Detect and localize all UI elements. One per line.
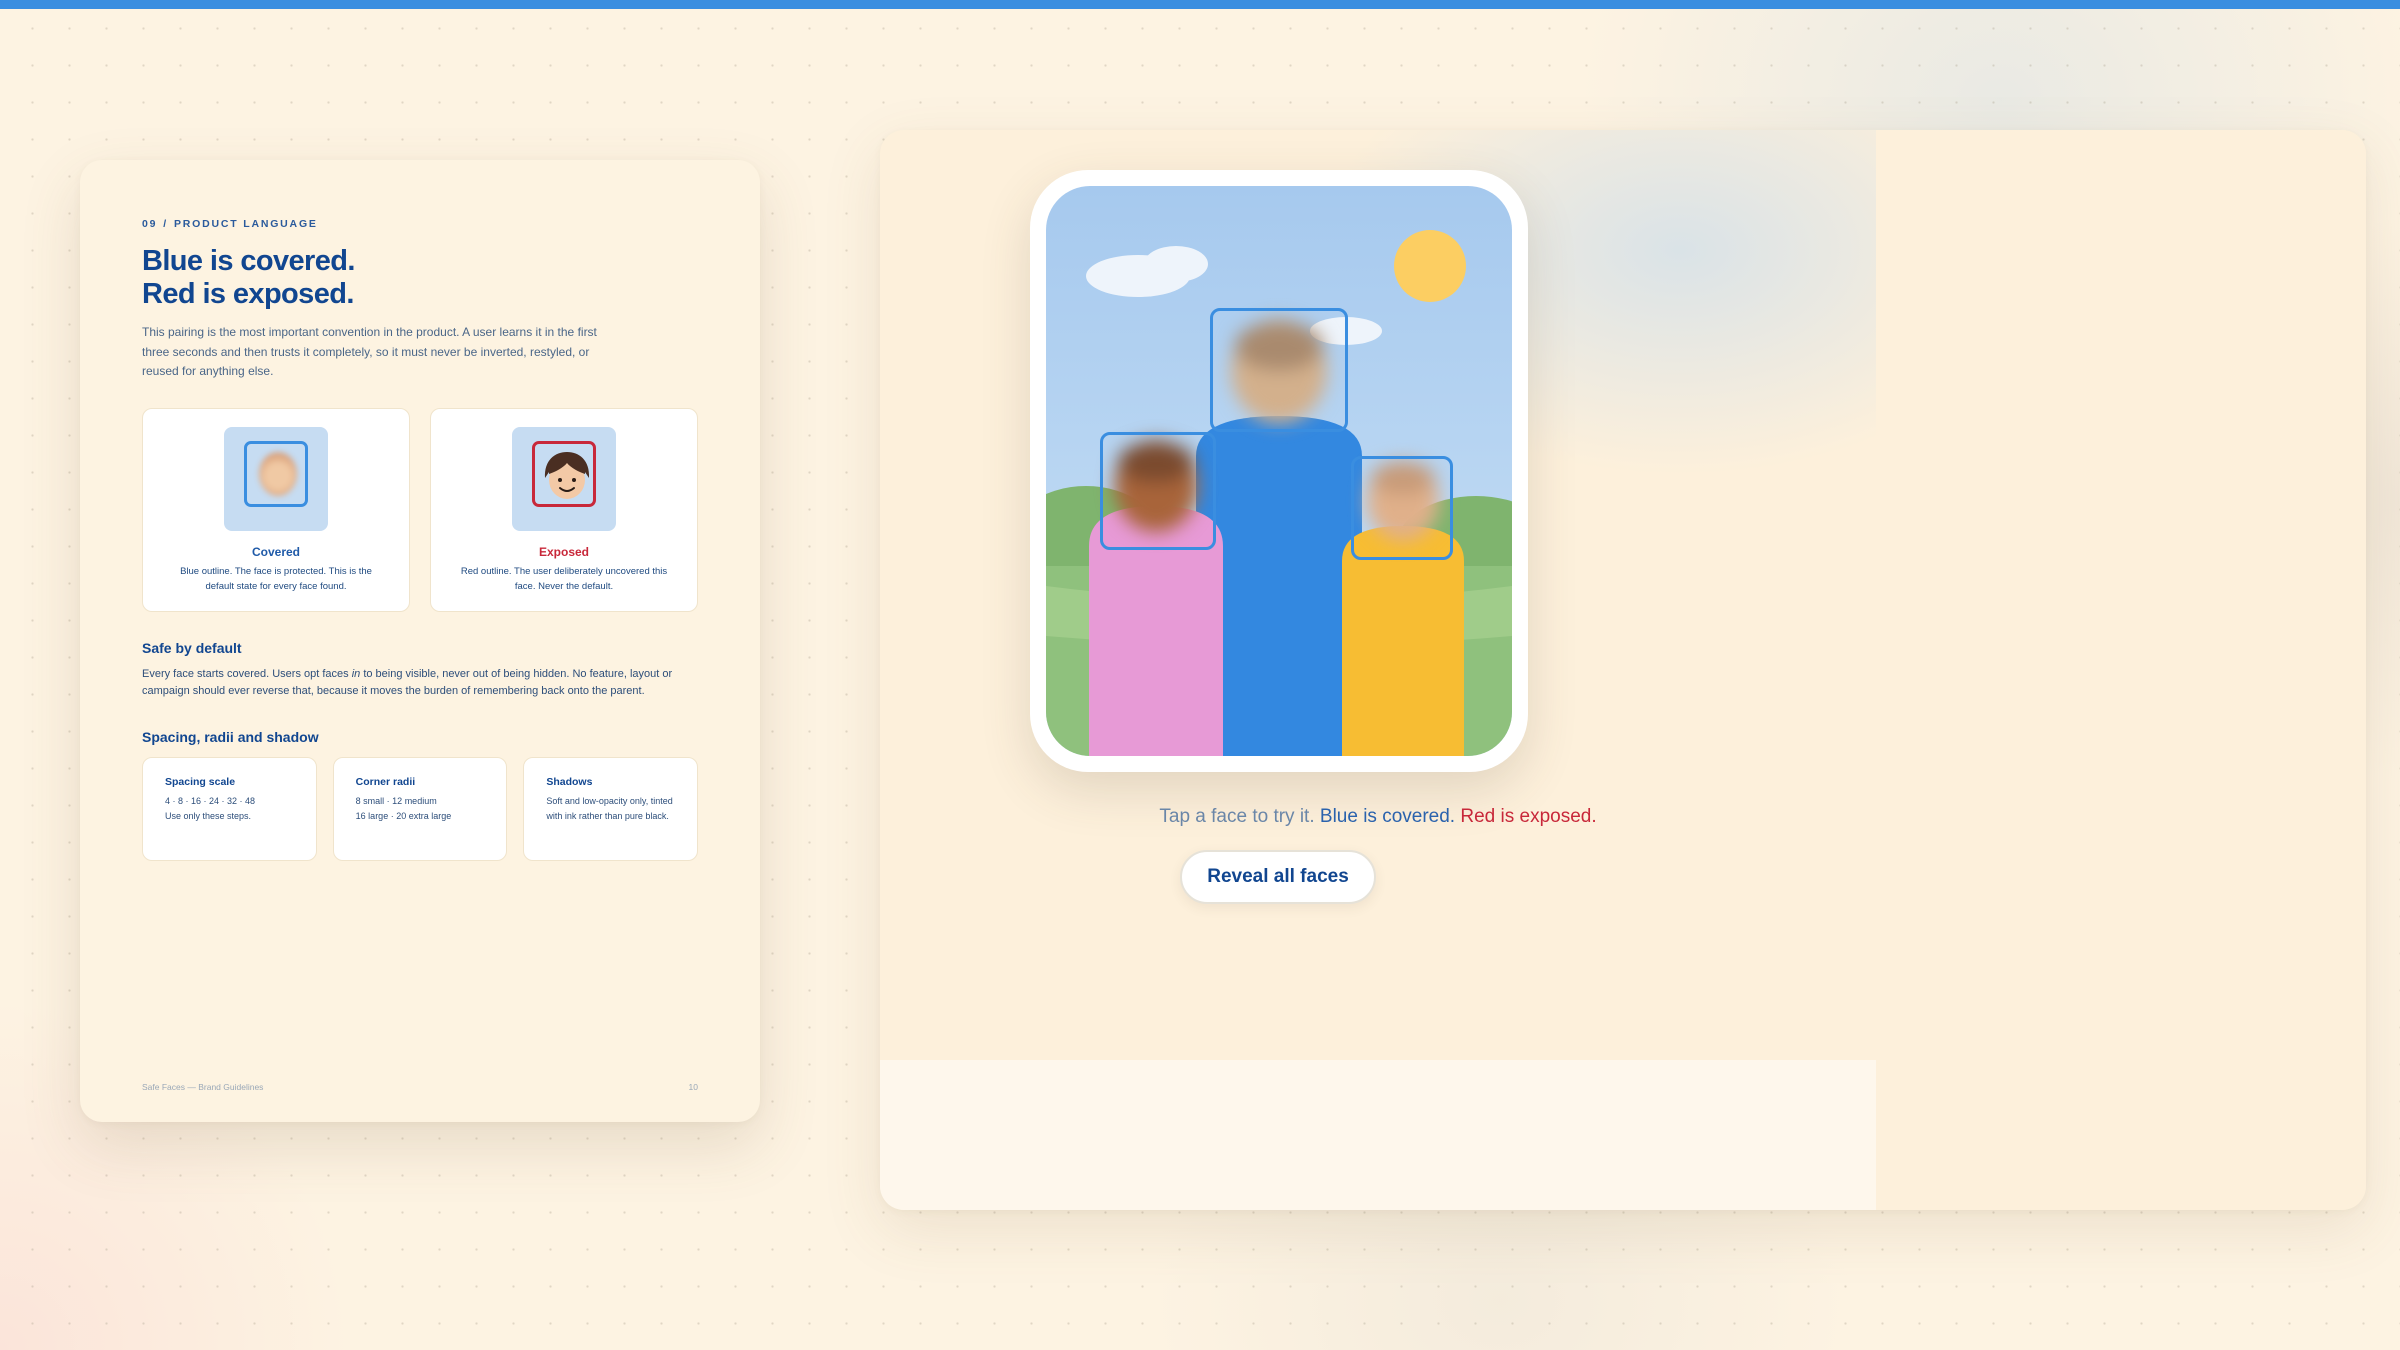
- card-line: 4 · 8 · 16 · 24 · 32 · 48: [165, 795, 256, 806]
- reveal-all-faces-button[interactable]: Reveal all faces: [1180, 850, 1376, 904]
- blurred-face-icon: [259, 451, 297, 496]
- eyebrow-separator: /: [163, 218, 168, 230]
- page-title: Blue is covered. Red is exposed.: [142, 245, 698, 311]
- headline-line-1: Blue is covered.: [142, 245, 355, 277]
- section-label: PRODUCT LANGUAGE: [174, 218, 318, 230]
- exposed-tile: Exposed Red outline. The user deliberate…: [430, 407, 698, 612]
- card-body: Soft and low-opacity only, tinted with i…: [546, 794, 675, 824]
- headline-line-2: Red is exposed.: [142, 278, 354, 310]
- page-number: 10: [688, 1082, 698, 1092]
- card-title: Shadows: [546, 775, 593, 788]
- spacing-scale-card: Spacing scale 4 · 8 · 16 · 24 · 32 · 48 …: [142, 756, 317, 861]
- face-box-right-child[interactable]: [1351, 456, 1453, 560]
- intro-paragraph: This pairing is the most important conve…: [142, 325, 597, 378]
- caption-instruction: Tap a face to try it.: [1159, 806, 1315, 827]
- state-tiles: Covered Blue outline. The face is protec…: [142, 407, 698, 612]
- caption-covered: Blue is covered.: [1319, 806, 1456, 827]
- card-title: Corner radii: [355, 775, 416, 788]
- covered-description: Blue outline. The face is protected. Thi…: [180, 565, 372, 592]
- face-box-left-child[interactable]: [1100, 432, 1216, 550]
- photo-screen: [1046, 186, 1512, 756]
- smiling-face-icon: [544, 451, 590, 499]
- covered-tile: Covered Blue outline. The face is protec…: [142, 407, 410, 612]
- card-line: 8 small · 12 medium: [355, 795, 437, 806]
- token-cards: Spacing scale 4 · 8 · 16 · 24 · 32 · 48 …: [142, 756, 699, 861]
- card-line: Soft and low-opacity only, tinted with i…: [546, 795, 673, 821]
- corner-radii-card: Corner radii 8 small · 12 medium 16 larg…: [332, 756, 508, 861]
- guideline-page: 09 / PRODUCT LANGUAGE Blue is covered. Red…: [80, 160, 760, 1122]
- safe-by-default-body: Every face starts covered. Users opt fac…: [142, 666, 702, 701]
- exposed-description: Red outline. The user deliberately uncov…: [460, 565, 668, 592]
- exposed-illustration: [512, 426, 616, 531]
- caption-exposed: Red is exposed.: [1460, 806, 1597, 827]
- panel-bottom-area: [880, 1060, 1876, 1210]
- card-line: Use only these steps.: [165, 810, 252, 821]
- red-outline-frame: [532, 440, 596, 507]
- card-title: Spacing scale: [165, 775, 236, 788]
- spacing-heading: Spacing, radii and shadow: [142, 728, 319, 745]
- top-accent-bar: [0, 0, 2400, 9]
- covered-title: Covered: [251, 544, 301, 559]
- card-body: 8 small · 12 medium 16 large · 20 extra …: [356, 794, 485, 824]
- section-number: 09: [142, 218, 158, 230]
- safe-by-default-heading: Safe by default: [142, 639, 242, 656]
- safe-body-emphasis: in: [351, 667, 361, 680]
- safe-body-part-1: Every face starts covered. Users opt fac…: [142, 667, 352, 680]
- shadows-card: Shadows Soft and low-opacity only, tinte…: [523, 756, 699, 861]
- covered-illustration: [224, 426, 328, 531]
- phone-frame: [1030, 170, 1528, 772]
- blue-outline-frame: [244, 440, 308, 507]
- panel-right-area: [1876, 130, 2366, 1210]
- section-eyebrow: 09 / PRODUCT LANGUAGE: [142, 218, 698, 230]
- demo-caption: Tap a face to try it. Blue is covered. R…: [880, 806, 1876, 828]
- card-body: 4 · 8 · 16 · 24 · 32 · 48 Use only these…: [165, 794, 294, 824]
- face-box-adult[interactable]: [1210, 308, 1348, 432]
- demo-panel: Tap a face to try it. Blue is covered. R…: [880, 130, 2366, 1210]
- footer-title: Safe Faces — Brand Guidelines: [142, 1082, 264, 1092]
- page-footer: Safe Faces — Brand Guidelines 10: [142, 1082, 698, 1092]
- exposed-title: Exposed: [538, 544, 589, 559]
- card-line: 16 large · 20 extra large: [355, 810, 452, 821]
